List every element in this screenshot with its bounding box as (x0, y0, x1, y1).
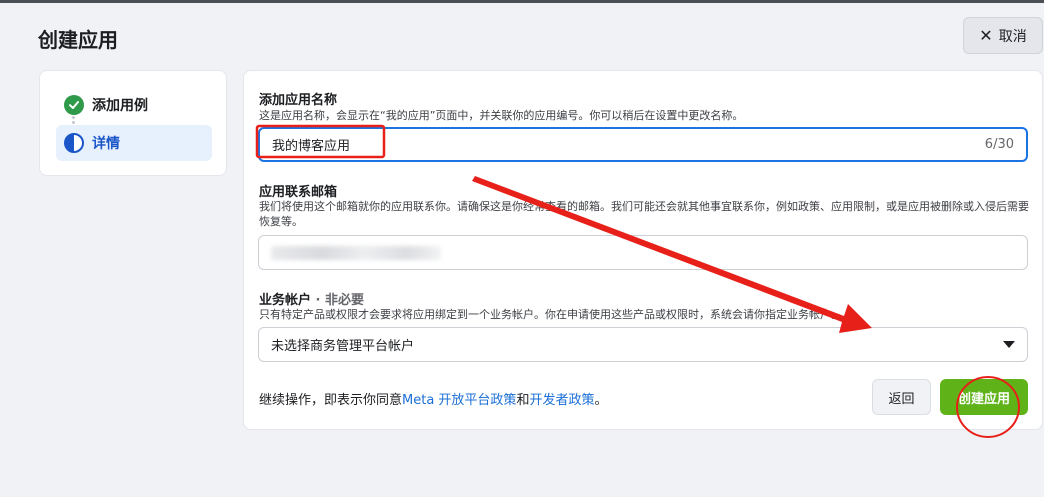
contact-email-description: 我们将使用这个邮箱就你的应用联系你。请确保这是你经常查看的邮箱。我们可能还会就其… (259, 200, 1029, 228)
app-name-value: 我的博客应用 (272, 139, 351, 154)
developer-policy-link[interactable]: 开发者政策 (529, 393, 594, 408)
steps-panel: 添加用例 详情 (39, 70, 227, 176)
optional-tag: · 非必要 (311, 293, 365, 308)
contact-email-input[interactable] (258, 235, 1028, 270)
platform-policy-link[interactable]: Meta 开放平台政策 (402, 393, 516, 408)
step-label: 添加用例 (92, 98, 148, 114)
step-add-use-case[interactable]: 添加用例 (56, 87, 212, 123)
redacted-email (271, 245, 441, 260)
half-circle-icon (64, 133, 84, 153)
back-button[interactable]: 返回 (872, 379, 931, 415)
business-account-select[interactable]: 未选择商务管理平台帐户 (258, 327, 1028, 362)
cancel-button[interactable]: ✕ 取消 (963, 17, 1043, 54)
terms-and: 和 (516, 393, 530, 408)
contact-email-label: 应用联系邮箱 (259, 185, 338, 200)
create-app-button[interactable]: 创建应用 (940, 379, 1028, 415)
business-account-description: 只有特定产品或权限才会要求将应用绑定到一个业务帐户。你在申请使用这些产品或权限时… (259, 308, 842, 321)
app-name-label: 添加应用名称 (259, 93, 338, 108)
business-account-title: 业务帐户 (259, 293, 312, 308)
step-details[interactable]: 详情 (56, 125, 212, 161)
char-counter: 6/30 (984, 137, 1014, 152)
business-account-selected: 未选择商务管理平台帐户 (271, 339, 415, 354)
check-circle-icon (64, 95, 84, 115)
terms-suffix: 。 (594, 393, 608, 408)
close-icon: ✕ (979, 25, 993, 45)
page-title: 创建应用 (38, 28, 118, 52)
step-label: 详情 (92, 136, 120, 152)
business-account-label: 业务帐户 · 非必要 (259, 289, 364, 308)
app-name-description: 这是应用名称，会显示在“我的应用”页面中，并关联你的应用编号。你可以稍后在设置中… (259, 109, 744, 122)
terms-text: 继续操作，即表示你同意Meta 开放平台政策和开发者政策。 (259, 389, 607, 408)
window-top-edge (0, 0, 1044, 3)
app-form: 添加应用名称 这是应用名称，会显示在“我的应用”页面中，并关联你的应用编号。你可… (243, 70, 1043, 430)
chevron-down-icon (1003, 341, 1015, 348)
cancel-label: 取消 (998, 28, 1027, 45)
app-name-input[interactable]: 我的博客应用 6/30 (258, 127, 1028, 162)
terms-prefix: 继续操作，即表示你同意 (259, 393, 403, 408)
